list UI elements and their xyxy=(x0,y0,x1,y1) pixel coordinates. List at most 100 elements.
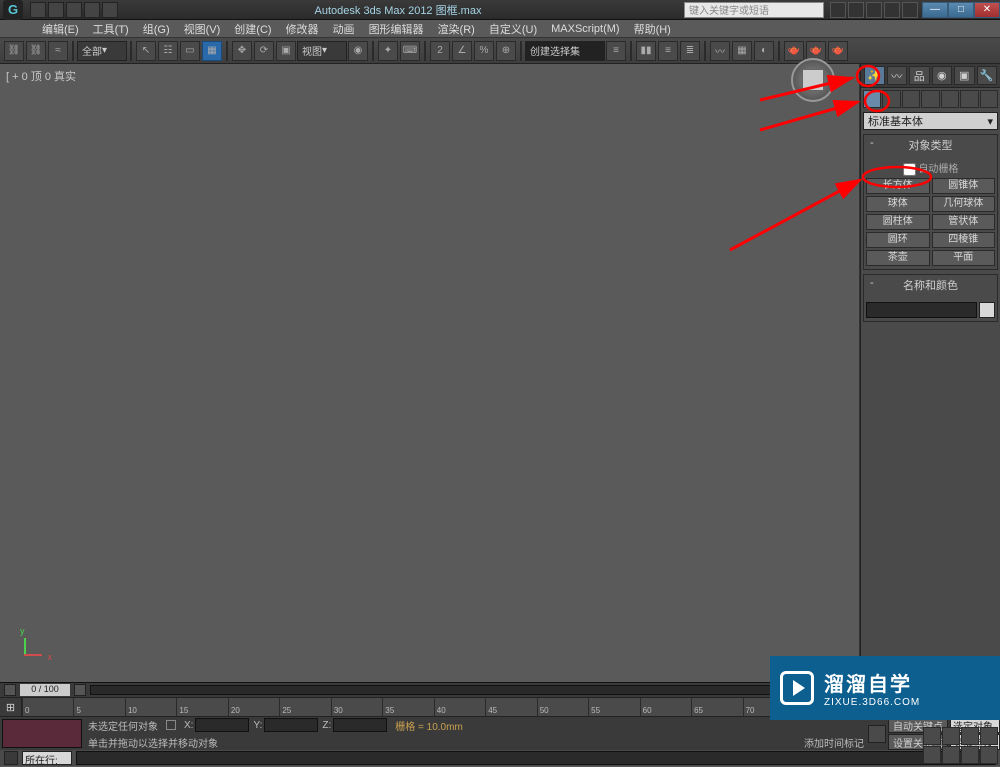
qat-btn[interactable] xyxy=(66,2,82,18)
menu-tools[interactable]: 工具(T) xyxy=(87,19,135,39)
snap-percent-icon[interactable]: % xyxy=(474,41,494,61)
menu-modifier[interactable]: 修改器 xyxy=(280,19,325,39)
curve-editor-icon[interactable]: 〰 xyxy=(710,41,730,61)
btn-plane[interactable]: 平面 xyxy=(932,250,996,266)
layers-icon[interactable]: ≣ xyxy=(680,41,700,61)
fov-icon[interactable] xyxy=(923,746,941,764)
track-next-icon[interactable] xyxy=(74,684,86,696)
menu-render[interactable]: 渲染(R) xyxy=(432,19,481,39)
category-dropdown[interactable]: 标准基本体▾ xyxy=(863,112,998,130)
scale-icon[interactable]: ▣ xyxy=(276,41,296,61)
btn-cone[interactable]: 圆锥体 xyxy=(932,178,996,194)
selection-set-dropdown[interactable]: 创建选择集 xyxy=(525,41,605,61)
star-icon[interactable] xyxy=(866,2,882,18)
color-swatch[interactable] xyxy=(979,302,995,318)
render-icon[interactable]: 🫖 xyxy=(828,41,848,61)
mirror-icon[interactable]: ▮▮ xyxy=(636,41,656,61)
zoom-all-icon[interactable] xyxy=(980,746,998,764)
walk-icon[interactable] xyxy=(942,746,960,764)
search-icon[interactable] xyxy=(830,2,846,18)
btn-tube[interactable]: 管状体 xyxy=(932,214,996,230)
select-region-icon[interactable]: ▭ xyxy=(180,41,200,61)
menu-help[interactable]: 帮助(H) xyxy=(628,19,677,39)
tab-display[interactable]: ▣ xyxy=(954,66,975,85)
orbit-icon[interactable] xyxy=(942,727,960,745)
sub-geometry-icon[interactable] xyxy=(863,90,881,108)
tab-modify[interactable]: 〰 xyxy=(887,66,908,85)
menu-custom[interactable]: 自定义(U) xyxy=(483,19,543,39)
pivot-icon[interactable]: ◉ xyxy=(348,41,368,61)
menu-edit[interactable]: 编辑(E) xyxy=(36,19,85,39)
tab-hierarchy[interactable]: 品 xyxy=(909,66,930,85)
select-icon[interactable]: ↖ xyxy=(136,41,156,61)
menu-anim[interactable]: 动画 xyxy=(327,19,361,39)
track-prev-icon[interactable] xyxy=(4,684,16,696)
spinner-snap-icon[interactable]: ⊕ xyxy=(496,41,516,61)
menu-view[interactable]: 视图(V) xyxy=(178,19,227,39)
frame-display[interactable]: 0 / 100 xyxy=(20,684,70,696)
btn-sphere[interactable]: 球体 xyxy=(866,196,930,212)
zoom-extents-icon[interactable] xyxy=(980,727,998,745)
menu-create[interactable]: 创建(C) xyxy=(228,19,277,39)
keyboard-icon[interactable]: ⌨ xyxy=(400,41,420,61)
viewport-label[interactable]: [ + 0 顶 0 真实 xyxy=(6,68,76,84)
snap-2d-icon[interactable]: 2 xyxy=(430,41,450,61)
tab-motion[interactable]: ◉ xyxy=(932,66,953,85)
select-name-icon[interactable]: ☷ xyxy=(158,41,178,61)
snap-angle-icon[interactable]: ∠ xyxy=(452,41,472,61)
listener-icon[interactable] xyxy=(4,751,18,765)
align-icon[interactable]: ≡ xyxy=(658,41,678,61)
menu-script[interactable]: MAXScript(M) xyxy=(545,21,625,37)
render-setup-icon[interactable]: 🫖 xyxy=(784,41,804,61)
btn-teapot[interactable]: 茶壶 xyxy=(866,250,930,266)
link-icon[interactable]: ⛓ xyxy=(4,41,24,61)
autogrid-checkbox[interactable]: 自动栅格 xyxy=(866,158,995,178)
ref-coord-dropdown[interactable]: 视图 ▾ xyxy=(297,41,347,61)
btn-cylinder[interactable]: 圆柱体 xyxy=(866,214,930,230)
sub-lights-icon[interactable] xyxy=(902,90,920,108)
x-input[interactable] xyxy=(195,718,249,732)
object-name-input[interactable] xyxy=(866,302,977,318)
line-dropdown[interactable]: 所在行: xyxy=(22,751,72,765)
viewcube[interactable] xyxy=(791,58,835,102)
help-icon[interactable] xyxy=(848,2,864,18)
listener-input[interactable] xyxy=(76,751,996,765)
menu-group[interactable]: 组(G) xyxy=(137,19,176,39)
manip-icon[interactable]: ✦ xyxy=(378,41,398,61)
viewport[interactable]: [ + 0 顶 0 真实 yx xyxy=(0,64,860,682)
y-input[interactable] xyxy=(264,718,318,732)
btn-box[interactable]: 长方体 xyxy=(866,178,930,194)
unlink-icon[interactable]: ⛓ xyxy=(26,41,46,61)
sub-shapes-icon[interactable] xyxy=(882,90,900,108)
question-icon[interactable] xyxy=(902,2,918,18)
z-input[interactable] xyxy=(333,718,387,732)
tab-create[interactable]: ✨ xyxy=(864,66,885,85)
tab-utilities[interactable]: 🔧 xyxy=(977,66,998,85)
lock-icon[interactable] xyxy=(166,720,176,730)
btn-pyramid[interactable]: 四棱锥 xyxy=(932,232,996,248)
schematic-icon[interactable]: ▦ xyxy=(732,41,752,61)
qat-btn[interactable] xyxy=(30,2,46,18)
menu-graph[interactable]: 图形编辑器 xyxy=(363,19,430,39)
btn-torus[interactable]: 圆环 xyxy=(866,232,930,248)
key-box[interactable] xyxy=(2,719,82,748)
qat-btn[interactable] xyxy=(84,2,100,18)
move-icon[interactable]: ✥ xyxy=(232,41,252,61)
close-button[interactable]: ✕ xyxy=(974,2,1000,18)
qat-btn[interactable] xyxy=(102,2,118,18)
sub-systems-icon[interactable] xyxy=(980,90,998,108)
qat-btn[interactable] xyxy=(48,2,64,18)
bind-icon[interactable]: ≈ xyxy=(48,41,68,61)
max-toggle-icon[interactable] xyxy=(961,746,979,764)
material-icon[interactable]: ◐ xyxy=(754,41,774,61)
rollout-title[interactable]: 名称和颜色 xyxy=(864,275,997,295)
minimize-button[interactable]: — xyxy=(922,2,948,18)
help-search-input[interactable]: 键入关键字或短语 xyxy=(684,2,824,18)
maximize-button[interactable]: □ xyxy=(948,2,974,18)
sub-helpers-icon[interactable] xyxy=(941,90,959,108)
filter-dropdown[interactable]: 全部 ▾ xyxy=(77,41,127,61)
trackbar-toggle-icon[interactable]: ⊞ xyxy=(0,698,22,716)
btn-geosphere[interactable]: 几何球体 xyxy=(932,196,996,212)
app-icon[interactable]: G xyxy=(3,0,23,20)
shield-icon[interactable] xyxy=(884,2,900,18)
